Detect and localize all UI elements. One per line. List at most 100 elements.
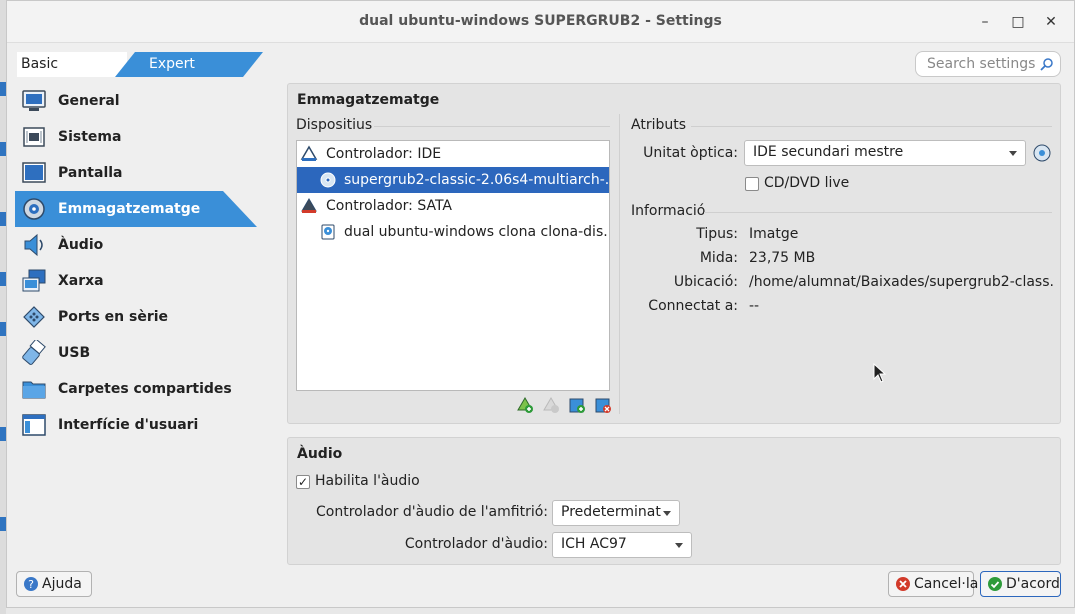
- cancel-icon: [895, 576, 911, 592]
- chip-icon: [21, 124, 47, 150]
- devices-label: Dispositius: [296, 117, 373, 133]
- info-location-value: /home/alumnat/Baixades/supergrub2-class.…: [749, 274, 1055, 290]
- cancel-button[interactable]: Cancel·la: [888, 571, 978, 597]
- sidebar-item-pantalla[interactable]: Pantalla: [15, 155, 257, 191]
- sidebar-item-interficie-usuari[interactable]: Interfície d'usuari: [15, 407, 257, 443]
- serial-port-icon: [21, 304, 47, 330]
- storage-disk-icon: [21, 196, 47, 222]
- user-interface-icon: [21, 412, 47, 438]
- host-audio-driver-value: Predeterminat: [561, 504, 661, 520]
- sidebar-item-usb[interactable]: USB: [15, 335, 257, 371]
- tab-expert-label: Expert: [149, 56, 195, 72]
- sidebar-item-label: Carpetes compartides: [58, 381, 232, 397]
- settings-sidebar: General Sistema Pantalla Emmagatzematge: [15, 83, 257, 443]
- add-controller-icon[interactable]: [515, 395, 535, 415]
- tree-item-ide-controller[interactable]: Controlador: IDE: [297, 141, 609, 167]
- search-icon: [1040, 57, 1054, 75]
- tree-item-label: Controlador: IDE: [326, 146, 442, 162]
- host-audio-driver-label: Controlador d'àudio de l'amfitrió:: [316, 504, 548, 520]
- sidebar-item-xarxa[interactable]: Xarxa: [15, 263, 257, 299]
- sidebar-item-label: Interfície d'usuari: [58, 417, 199, 433]
- cancel-label: Cancel·la: [914, 576, 979, 592]
- svg-text:?: ?: [28, 578, 34, 591]
- mouse-pointer-icon: [873, 362, 887, 387]
- sidebar-item-ports-en-serie[interactable]: Ports en sèrie: [15, 299, 257, 335]
- minimize-button[interactable]: –: [973, 10, 997, 34]
- host-audio-driver-select[interactable]: Predeterminat: [552, 500, 680, 526]
- info-attached-value: --: [749, 298, 760, 314]
- audio-title: Àudio: [297, 446, 343, 462]
- mode-tabs: Basic Expert: [17, 52, 263, 77]
- ok-icon: [987, 576, 1003, 592]
- audio-controller-label: Controlador d'àudio:: [404, 536, 548, 552]
- ok-label: D'acord: [1006, 576, 1060, 592]
- enable-audio-label: Habilita l'àudio: [315, 473, 420, 489]
- display-icon: [21, 160, 47, 186]
- tree-item-label: supergrub2-classic-2.06s4-multiarch-...: [344, 172, 609, 188]
- info-attached-label: Connectat a:: [648, 298, 738, 314]
- remove-controller-icon[interactable]: [541, 395, 561, 415]
- network-icon: [21, 268, 47, 294]
- info-size-value: 23,75 MB: [749, 250, 816, 266]
- help-button[interactable]: ? Ajuda: [16, 571, 92, 597]
- chevron-down-icon: [663, 511, 671, 516]
- info-type-label: Tipus:: [696, 226, 738, 242]
- ide-controller-icon: [299, 144, 319, 164]
- search-placeholder: Search settings: [927, 56, 1036, 72]
- monitor-icon: [21, 88, 47, 114]
- info-size-label: Mida:: [699, 250, 738, 266]
- window-title: dual ubuntu-windows SUPERGRUB2 - Setting…: [359, 13, 722, 29]
- sidebar-item-sistema[interactable]: Sistema: [15, 119, 257, 155]
- sidebar-item-label: Emmagatzematge: [58, 201, 201, 217]
- remove-attachment-icon[interactable]: [593, 395, 613, 415]
- live-cd-label: CD/DVD live: [764, 175, 850, 191]
- tab-expert[interactable]: Expert: [115, 52, 263, 77]
- live-cd-checkbox[interactable]: [745, 177, 759, 191]
- sidebar-item-label: Sistema: [58, 129, 122, 145]
- speaker-icon: [21, 232, 47, 258]
- close-button[interactable]: ✕: [1039, 10, 1063, 34]
- enable-audio-checkbox[interactable]: ✓: [296, 475, 310, 489]
- tree-toolbar: [515, 395, 613, 415]
- tab-basic[interactable]: Basic: [17, 52, 127, 77]
- help-icon: ?: [23, 576, 39, 592]
- search-settings-input[interactable]: Search settings: [915, 51, 1061, 77]
- chevron-down-icon: [675, 543, 683, 548]
- sidebar-item-label: Àudio: [58, 237, 104, 253]
- add-attachment-icon[interactable]: [567, 395, 587, 415]
- sata-controller-icon: [299, 196, 319, 216]
- audio-controller-value: ICH AC97: [561, 536, 627, 552]
- audio-controller-select[interactable]: ICH AC97: [552, 532, 692, 558]
- optical-disc-icon: [319, 170, 337, 190]
- sidebar-item-label: Xarxa: [58, 273, 104, 289]
- sidebar-item-emmagatzematge[interactable]: Emmagatzematge: [15, 191, 257, 227]
- attributes-label: Atributs: [631, 117, 687, 133]
- optical-drive-label: Unitat òptica:: [643, 145, 738, 161]
- settings-dialog: dual ubuntu-windows SUPERGRUB2 - Setting…: [6, 0, 1075, 608]
- tree-item-label: dual ubuntu-windows clona clona-dis...: [344, 224, 609, 240]
- choose-disk-image-icon[interactable]: [1032, 143, 1052, 167]
- info-location-label: Ubicació:: [673, 274, 738, 290]
- info-type-value: Imatge: [749, 226, 799, 242]
- sidebar-item-label: USB: [58, 345, 91, 361]
- sidebar-item-audio[interactable]: Àudio: [15, 227, 257, 263]
- sidebar-item-label: Ports en sèrie: [58, 309, 169, 325]
- storage-devices-tree[interactable]: Controlador: IDE supergrub2-classic-2.06…: [296, 140, 610, 391]
- tree-item-optical-disc[interactable]: supergrub2-classic-2.06s4-multiarch-...: [297, 167, 609, 193]
- sidebar-item-label: Pantalla: [58, 165, 123, 181]
- audio-group: Àudio ✓ Habilita l'àudio Controlador d'à…: [287, 437, 1061, 565]
- ok-button[interactable]: D'acord: [980, 571, 1061, 597]
- optical-drive-value: IDE secundari mestre: [753, 144, 904, 160]
- maximize-button[interactable]: □: [1006, 10, 1030, 34]
- sidebar-item-carpetes-compartides[interactable]: Carpetes compartides: [15, 371, 257, 407]
- tree-item-hard-disk[interactable]: dual ubuntu-windows clona clona-dis...: [297, 219, 609, 245]
- information-label: Informació: [631, 203, 706, 219]
- chevron-down-icon: [1009, 151, 1017, 156]
- optical-drive-select[interactable]: IDE secundari mestre: [744, 140, 1026, 166]
- sidebar-item-general[interactable]: General: [15, 83, 257, 119]
- help-label: Ajuda: [42, 576, 82, 592]
- tree-item-label: Controlador: SATA: [326, 198, 452, 214]
- storage-group: Emmagatzematge Dispositius Controlador: …: [287, 83, 1061, 424]
- usb-icon: [21, 340, 47, 366]
- tree-item-sata-controller[interactable]: Controlador: SATA: [297, 193, 609, 219]
